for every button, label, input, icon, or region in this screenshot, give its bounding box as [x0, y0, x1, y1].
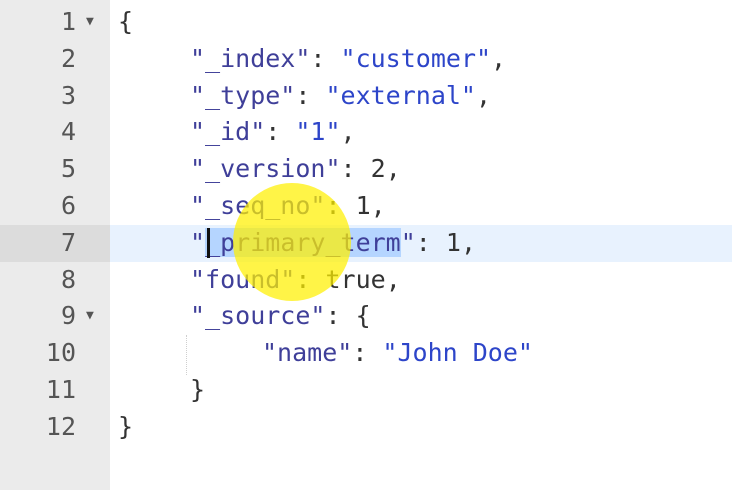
colon: :: [310, 43, 341, 73]
line-number: 9: [60, 301, 76, 331]
line-number: 5: [60, 154, 76, 184]
quote-mark: ": [400, 227, 416, 257]
json-number-value: 2: [370, 154, 386, 184]
code-text: }: [118, 409, 133, 446]
code-lines: 1 ▼ { 2 "_index": "customer", 3 "_type":…: [0, 4, 732, 446]
code-line-12[interactable]: 12 }: [0, 409, 732, 446]
line-number: 7: [60, 227, 76, 257]
line-number: 6: [60, 190, 76, 220]
colon: :: [265, 117, 296, 147]
json-editor[interactable]: 1 ▼ { 2 "_index": "customer", 3 "_type":…: [0, 0, 732, 490]
json-key: "_version": [190, 154, 341, 184]
line-number: 4: [60, 117, 76, 147]
code-line-9[interactable]: 9 ▼ "_source": {: [0, 298, 732, 335]
colon: :: [340, 154, 371, 184]
gutter-cell: 4: [0, 114, 110, 151]
colon: :: [325, 301, 356, 331]
gutter-cell: 12: [0, 409, 110, 446]
comma: ,: [460, 227, 477, 257]
json-key: "_id": [190, 117, 266, 147]
gutter-cell: 8: [0, 262, 110, 299]
close-brace: }: [118, 411, 134, 441]
colon: :: [295, 80, 326, 110]
code-line-7-active[interactable]: 7 "_primary_term": 1,: [0, 224, 732, 262]
json-key: "name": [262, 338, 353, 368]
json-string-value: "John Doe": [382, 338, 533, 368]
code-line-8[interactable]: 8 "found": true,: [0, 262, 732, 299]
gutter-cell: 10: [0, 335, 110, 372]
gutter-cell: 9 ▼: [0, 298, 110, 335]
open-brace: {: [355, 301, 371, 331]
code-line-1[interactable]: 1 ▼ {: [0, 4, 732, 41]
indent-guide: [186, 335, 187, 375]
code-text: "_primary_term": 1,: [190, 225, 476, 262]
comma: ,: [370, 190, 386, 220]
gutter-cell: 11: [0, 372, 110, 409]
code-text: {: [118, 4, 133, 41]
comma: ,: [475, 80, 492, 110]
code-text: "_index": "customer",: [190, 41, 506, 78]
json-boolean-value: true: [325, 264, 386, 294]
code-text: "_seq_no": 1,: [190, 188, 386, 225]
line-number: 12: [45, 411, 76, 441]
code-text: "_source": {: [190, 298, 371, 335]
selected-key-text[interactable]: _primary_term: [205, 227, 401, 257]
code-text: "_id": "1",: [190, 114, 356, 151]
line-number: 8: [60, 264, 76, 294]
colon: :: [325, 190, 356, 220]
gutter-cell: 6: [0, 188, 110, 225]
json-string-value: "customer": [340, 43, 492, 73]
json-string-value: "1": [295, 117, 341, 147]
code-line-4[interactable]: 4 "_id": "1",: [0, 114, 732, 151]
code-text: "found": true,: [190, 262, 401, 299]
close-brace: }: [190, 374, 206, 404]
json-key: "_seq_no": [190, 190, 326, 220]
line-number: 1: [60, 7, 76, 36]
json-key: "_index": [190, 43, 311, 73]
code-text: }: [190, 372, 205, 409]
gutter-cell: 5: [0, 151, 110, 188]
json-string-value: "external": [325, 80, 476, 110]
code-line-5[interactable]: 5 "_version": 2,: [0, 151, 732, 188]
code-text: "_type": "external",: [190, 78, 491, 115]
code-line-2[interactable]: 2 "_index": "customer",: [0, 41, 732, 78]
gutter-cell: 7: [0, 224, 110, 262]
json-number-value: 1: [355, 190, 371, 220]
colon: :: [415, 227, 446, 257]
json-key: "_source": [190, 301, 326, 331]
fold-arrow-icon[interactable]: ▼: [86, 4, 94, 41]
gutter-cell: 2: [0, 41, 110, 78]
comma: ,: [491, 43, 507, 73]
gutter-cell: 3: [0, 78, 110, 115]
line-number: 10: [45, 338, 76, 368]
gutter-cell: 1 ▼: [0, 4, 110, 41]
fold-arrow-icon[interactable]: ▼: [86, 298, 94, 335]
comma: ,: [340, 117, 356, 147]
code-text: "name": "John Doe": [262, 335, 533, 372]
comma: ,: [385, 154, 401, 184]
open-brace: {: [118, 7, 134, 36]
code-line-11[interactable]: 11 }: [0, 372, 732, 409]
code-line-10[interactable]: 10 "name": "John Doe": [0, 335, 732, 372]
code-line-3[interactable]: 3 "_type": "external",: [0, 78, 732, 115]
line-number: 3: [60, 80, 76, 110]
colon: :: [295, 264, 326, 294]
colon: :: [352, 338, 383, 368]
code-text: "_version": 2,: [190, 151, 401, 188]
quote-mark: ": [190, 227, 206, 257]
json-key: "_type": [190, 80, 296, 110]
json-number-value: 1: [445, 227, 461, 257]
json-key: "found": [190, 264, 296, 294]
text-cursor: [207, 228, 210, 258]
comma: ,: [385, 264, 401, 294]
line-number: 2: [60, 43, 76, 73]
line-number: 11: [45, 374, 76, 404]
code-line-6[interactable]: 6 "_seq_no": 1,: [0, 188, 732, 225]
